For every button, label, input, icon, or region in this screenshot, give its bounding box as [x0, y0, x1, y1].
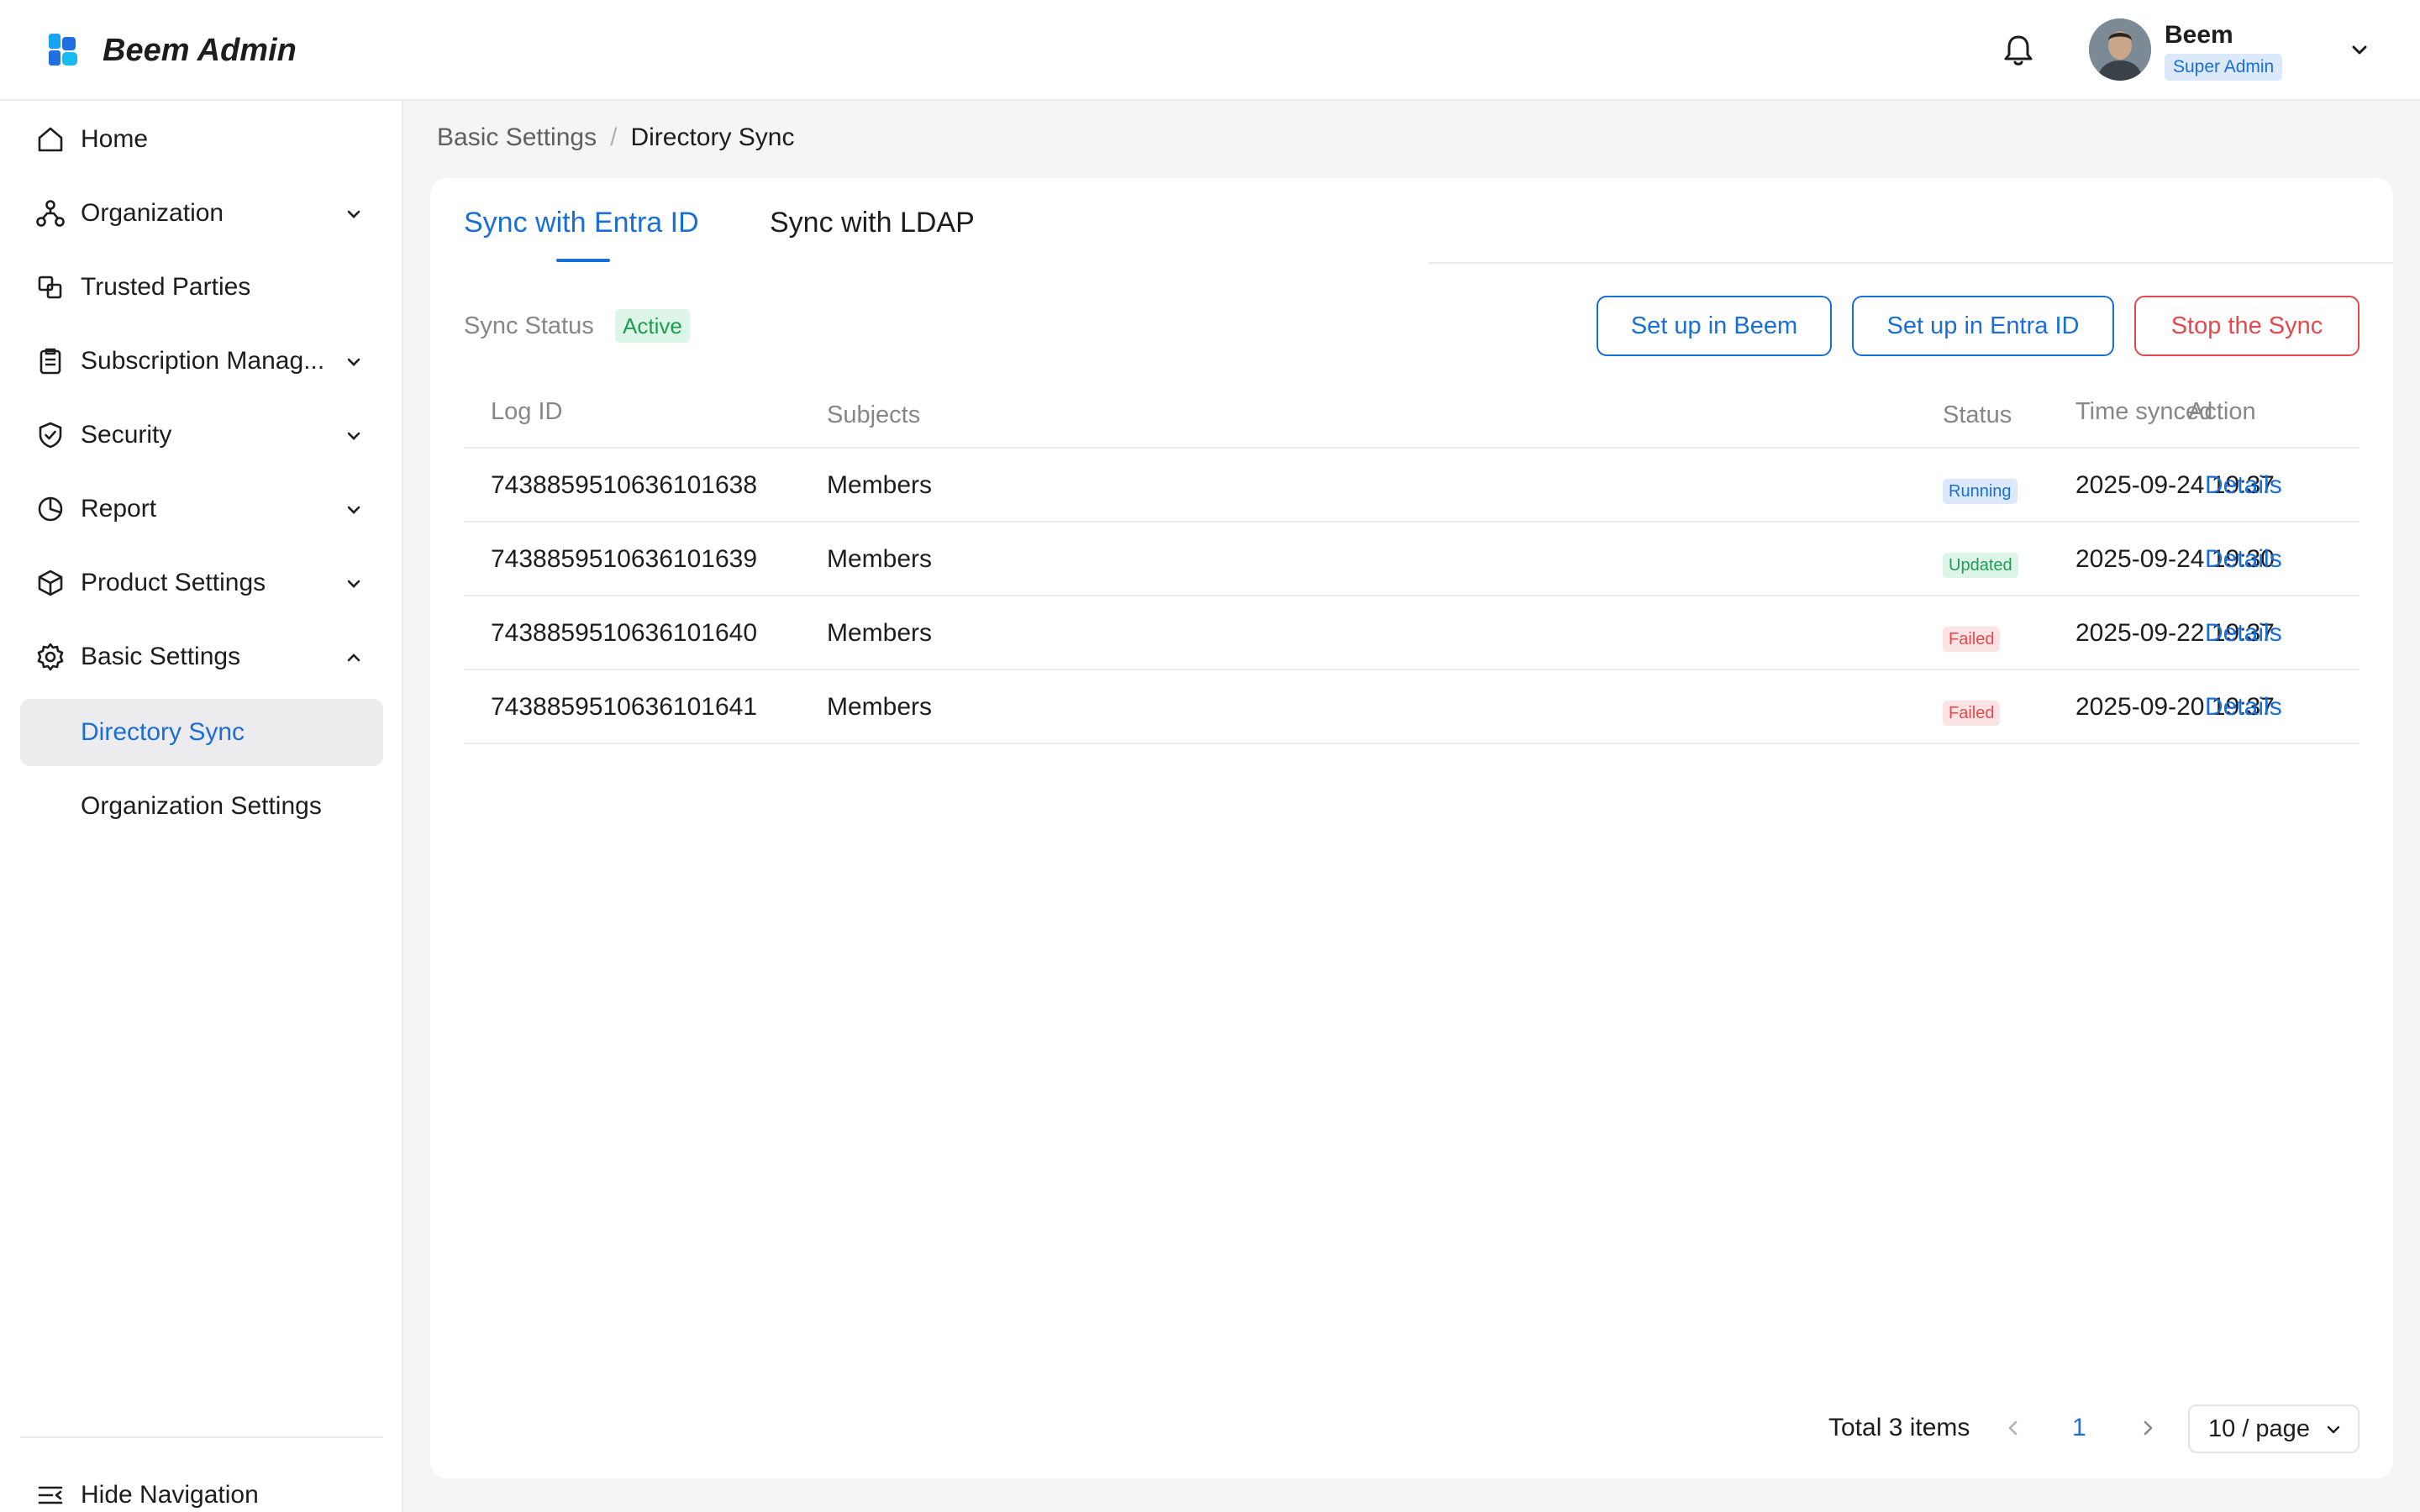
sidebar: Home Organization Trusted Parties Subscr…: [0, 101, 403, 1512]
sidebar-subitem-organization-settings[interactable]: Organization Settings: [20, 773, 383, 840]
org-chart-icon: [36, 200, 65, 227]
home-icon: [38, 127, 63, 152]
box-icon: [38, 570, 63, 596]
bell-icon[interactable]: [2000, 32, 2037, 69]
sidebar-subitem-directory-sync[interactable]: Directory Sync: [20, 699, 383, 766]
sidebar-item-label: Basic Settings: [81, 643, 241, 670]
setup-in-entra-button[interactable]: Set up in Entra ID: [1852, 296, 2114, 356]
sidebar-item-basic-settings[interactable]: Basic Settings: [20, 623, 383, 690]
sidebar-item-label: Trusted Parties: [81, 273, 251, 301]
status-cell: Failed: [1943, 694, 2001, 727]
chevron-down-icon: [2327, 1425, 2340, 1434]
sidebar-item-label: Product Settings: [81, 569, 266, 596]
tab-divider: [1428, 262, 2393, 264]
clipboard-icon: [39, 348, 61, 375]
gear-icon: [37, 643, 64, 671]
chevron-down-icon: [347, 506, 360, 514]
shield-icon: [39, 422, 62, 449]
column-header-log-id: Log ID: [491, 398, 563, 425]
sidebar-item-subscription[interactable]: Subscription Manag...: [20, 328, 383, 395]
sidebar-item-home[interactable]: Home: [20, 106, 383, 173]
pagination-total: Total 3 items: [1828, 1414, 1970, 1441]
role-badge: Super Admin: [2165, 54, 2283, 81]
chevron-down-icon: [347, 580, 360, 588]
chevron-down-icon[interactable]: [2348, 40, 2371, 60]
user-name: Beem: [2165, 21, 2233, 49]
breadcrumb-parent[interactable]: Basic Settings: [437, 123, 597, 151]
status-badge: Failed: [1943, 701, 2001, 726]
pagination-page-current[interactable]: 1: [2072, 1411, 2086, 1445]
status-badge: Failed: [1943, 627, 2001, 652]
breadcrumb-current: Directory Sync: [630, 123, 795, 151]
status-badge: Updated: [1943, 553, 2018, 578]
details-link[interactable]: Details: [2205, 469, 2282, 502]
log-id-cell: 7438859510636101640: [491, 619, 758, 647]
subjects-cell: Members: [827, 619, 933, 647]
sidebar-item-organization[interactable]: Organization: [20, 180, 383, 247]
page-size-select[interactable]: 10 / page: [2188, 1404, 2360, 1453]
sidebar-subitem-label: Organization Settings: [81, 792, 322, 820]
sidebar-item-label: Subscription Manag...: [81, 347, 325, 375]
sidebar-item-label: Home: [81, 125, 149, 153]
page-size-label: 10 / page: [2208, 1415, 2310, 1442]
sidebar-item-security[interactable]: Security: [20, 402, 383, 469]
log-id-cell: 7438859510636101639: [491, 545, 758, 573]
setup-in-beem-button[interactable]: Set up in Beem: [1597, 296, 1832, 356]
sync-status-badge: Active: [615, 309, 690, 343]
breadcrumb: Basic Settings / Directory Sync: [437, 121, 794, 155]
pie-chart-icon: [38, 496, 63, 522]
avatar[interactable]: [2089, 18, 2151, 81]
table-row: 7438859510636101641 Members 2025-09-20 1…: [464, 669, 2360, 744]
sidebar-item-label: Report: [81, 495, 157, 522]
column-header-status: Status: [1943, 402, 2012, 428]
chevron-left-icon[interactable]: [2002, 1416, 2025, 1440]
status-cell: Failed: [1943, 620, 2001, 654]
log-id-cell: 7438859510636101638: [491, 471, 758, 499]
log-id-cell: 7438859510636101641: [491, 693, 758, 721]
hide-navigation-button[interactable]: Hide Navigation: [20, 1470, 383, 1512]
sidebar-divider: [20, 1436, 383, 1438]
table-row: 7438859510636101639 Members 2025-09-24 1…: [464, 521, 2360, 595]
chevron-down-icon: [347, 210, 360, 218]
active-tab-indicator: [556, 259, 610, 262]
app-title: Beem Admin: [103, 33, 297, 68]
tab-sync-entra-id[interactable]: Sync with Entra ID: [464, 203, 699, 242]
linked-squares-icon: [38, 276, 62, 299]
tab-sync-ldap[interactable]: Sync with LDAP: [770, 203, 975, 242]
sync-status-label: Sync Status: [464, 312, 594, 339]
status-cell: Updated: [1943, 546, 2018, 580]
column-header-subjects: Subjects: [827, 402, 921, 428]
status-cell: Running: [1943, 472, 2018, 506]
details-link[interactable]: Details: [2205, 617, 2282, 650]
sidebar-subitem-label: Directory Sync: [81, 718, 245, 746]
table-row: 7438859510636101640 Members 2025-09-22 1…: [464, 595, 2360, 669]
sidebar-item-label: Organization: [81, 199, 224, 227]
subjects-cell: Members: [827, 545, 933, 573]
sidebar-item-product-settings[interactable]: Product Settings: [20, 549, 383, 617]
subjects-cell: Members: [827, 471, 933, 499]
content-card: Sync with Entra ID Sync with LDAP Sync S…: [430, 178, 2393, 1478]
chevron-up-icon: [347, 654, 360, 662]
chevron-right-icon[interactable]: [2136, 1416, 2160, 1440]
breadcrumb-separator: /: [610, 123, 618, 151]
details-link[interactable]: Details: [2205, 690, 2282, 724]
collapse-menu-icon: [38, 1486, 63, 1504]
sidebar-item-report[interactable]: Report: [20, 475, 383, 543]
details-link[interactable]: Details: [2205, 543, 2282, 576]
chevron-down-icon: [347, 432, 360, 440]
top-header: Beem Admin Beem Super Admin: [0, 0, 2420, 101]
table-row: 7438859510636101638 Members 2025-09-24 1…: [464, 447, 2360, 521]
sidebar-item-trusted-parties[interactable]: Trusted Parties: [20, 254, 383, 321]
sidebar-item-label: Security: [81, 421, 172, 449]
status-badge: Running: [1943, 479, 2018, 504]
chevron-down-icon: [347, 358, 360, 366]
stop-sync-button[interactable]: Stop the Sync: [2134, 296, 2360, 356]
beem-logo-icon[interactable]: [45, 32, 82, 69]
column-header-action: Action: [2188, 398, 2256, 425]
hide-navigation-label: Hide Navigation: [81, 1481, 259, 1509]
subjects-cell: Members: [827, 693, 933, 721]
